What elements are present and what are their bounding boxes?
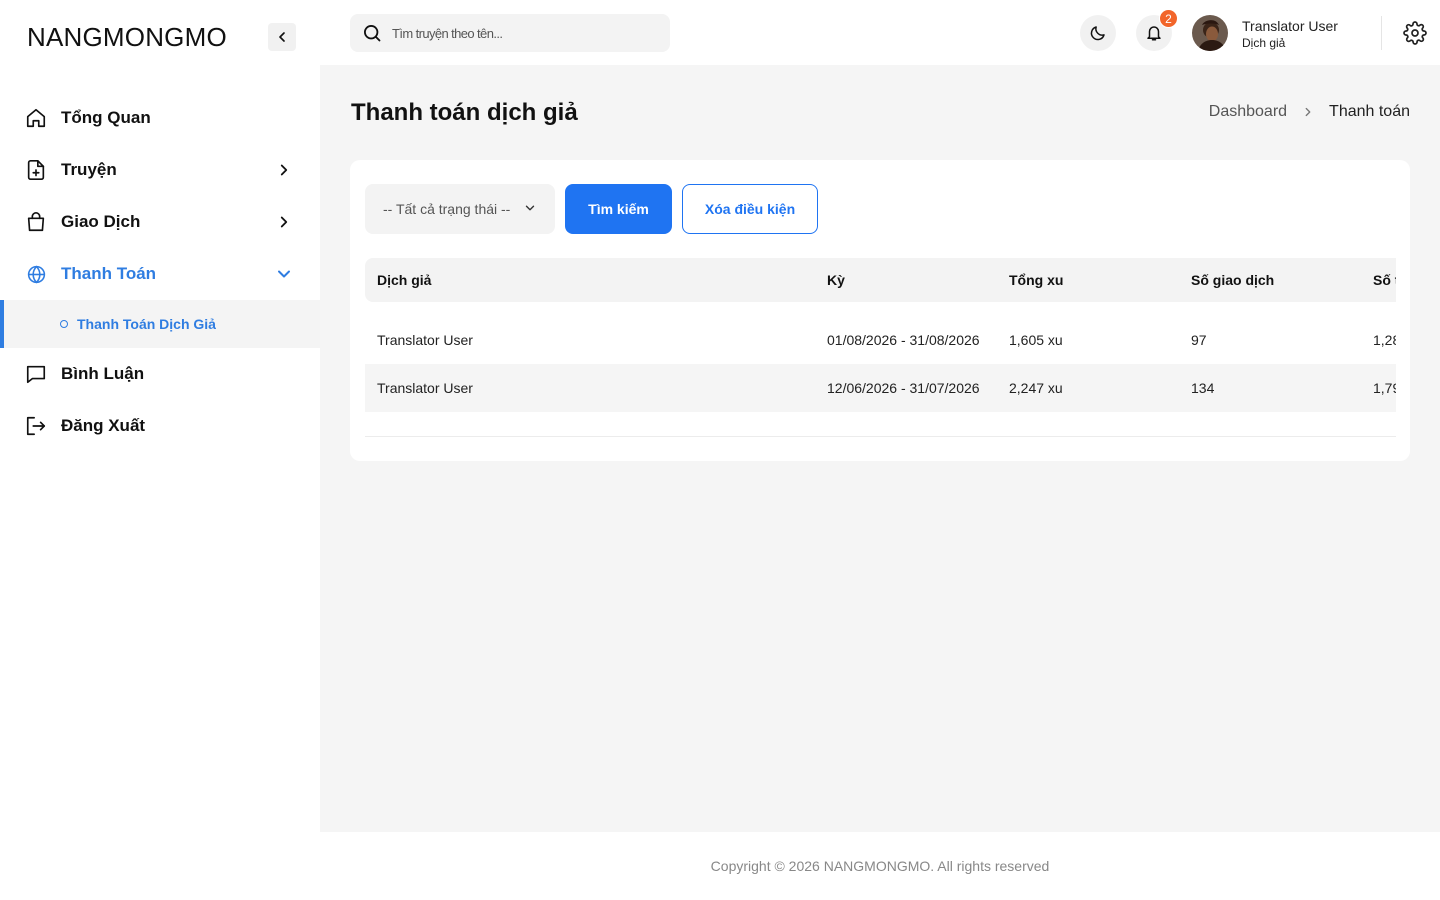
search-input[interactable] (392, 25, 652, 41)
search-box[interactable] (350, 14, 670, 52)
cell-total-coins: 2,247 xu (1009, 380, 1063, 396)
column-header-period[interactable]: Kỳ (827, 258, 845, 302)
table-header: Dịch giả Kỳ Tổng xu Số giao dịch Số t (365, 258, 1396, 302)
sidebar: NANGMONGMO Tổng Quan Truyện Giao Dịch Th… (0, 0, 320, 900)
footer: Copyright © 2026 NANGMONGMO. All rights … (320, 832, 1440, 900)
circle-icon (60, 320, 68, 328)
sidebar-item-label: Truyện (61, 160, 117, 179)
cell-transaction-count: 134 (1191, 380, 1215, 396)
chevron-down-icon (523, 201, 537, 218)
bell-icon (1147, 26, 1161, 41)
search-button[interactable]: Tìm kiếm (565, 184, 672, 234)
moon-icon (1090, 26, 1105, 41)
chevron-right-icon (274, 158, 294, 182)
table-scroll-divider (365, 436, 1396, 437)
search-icon (364, 25, 381, 42)
column-header-truncated[interactable]: Số t (1373, 258, 1396, 302)
breadcrumb-current: Thanh toán (1329, 103, 1410, 120)
shopping-bag-icon (24, 210, 48, 234)
cell-truncated: 1,28 (1373, 332, 1396, 348)
file-plus-icon (24, 158, 48, 182)
sidebar-nav: Tổng Quan Truyện Giao Dịch Thanh Toán Th… (0, 92, 320, 452)
chevron-down-icon (274, 262, 294, 286)
column-header-transaction-count[interactable]: Số giao dịch (1191, 258, 1274, 302)
sidebar-item-dang-xuat[interactable]: Đăng Xuất (0, 400, 320, 452)
chevron-right-icon (274, 210, 294, 234)
status-filter-value: -- Tất cả trạng thái -- (383, 201, 511, 217)
cell-truncated: 1,79 (1373, 380, 1396, 396)
breadcrumb-home-link[interactable]: Dashboard (1209, 103, 1287, 121)
user-role: Dịch giả (1242, 36, 1286, 50)
top-header: 2 Translator User Dịch giả (320, 0, 1440, 65)
sidebar-item-tong-quan[interactable]: Tổng Quan (0, 92, 320, 144)
payments-table[interactable]: Dịch giả Kỳ Tổng xu Số giao dịch Số t Tr… (365, 258, 1396, 438)
header-divider (1381, 16, 1382, 50)
sidebar-collapse-button[interactable] (268, 23, 296, 51)
breadcrumb: Dashboard Thanh toán (1209, 103, 1410, 121)
copyright-text: Copyright © 2026 NANGMONGMO. All rights … (710, 858, 1050, 874)
sidebar-item-giao-dich[interactable]: Giao Dịch (0, 196, 320, 248)
logout-icon (24, 414, 48, 438)
theme-toggle-button[interactable] (1080, 15, 1116, 51)
table-row[interactable]: Translator User 12/06/2026 - 31/07/2026 … (365, 364, 1396, 412)
cell-translator: Translator User (377, 332, 473, 348)
sidebar-item-label: Thanh Toán (61, 264, 157, 283)
page-title: Thanh toán dịch giả (351, 99, 578, 126)
table-row[interactable]: Translator User 01/08/2026 - 31/08/2026 … (365, 316, 1396, 364)
cell-period: 01/08/2026 - 31/08/2026 (827, 332, 980, 348)
chevron-right-icon (1301, 105, 1315, 119)
globe-icon (24, 262, 48, 286)
user-name[interactable]: Translator User (1242, 18, 1338, 34)
home-icon (24, 106, 48, 130)
status-filter-select[interactable]: -- Tất cả trạng thái -- (365, 184, 555, 234)
sidebar-item-label: Đăng Xuất (61, 416, 146, 435)
notification-badge: 2 (1159, 9, 1178, 28)
sidebar-item-binh-luan[interactable]: Bình Luận (0, 348, 320, 400)
column-header-total-coins[interactable]: Tổng xu (1009, 258, 1063, 302)
sidebar-subitem-thanh-toan-dich-gia[interactable]: Thanh Toán Dịch Giả (0, 300, 320, 348)
sidebar-subitem-label: Thanh Toán Dịch Giả (77, 316, 216, 332)
main-content: Thanh toán dịch giả Dashboard Thanh toán… (320, 65, 1440, 832)
sidebar-item-label: Tổng Quan (61, 108, 151, 127)
sidebar-item-thanh-toan[interactable]: Thanh Toán (0, 248, 320, 300)
sidebar-item-truyen[interactable]: Truyện (0, 144, 320, 196)
app-logo[interactable]: NANGMONGMO (27, 22, 227, 53)
column-header-translator[interactable]: Dịch giả (377, 258, 431, 302)
sidebar-item-label: Giao Dịch (61, 212, 141, 231)
avatar[interactable] (1192, 15, 1228, 51)
clear-filters-button[interactable]: Xóa điều kiện (682, 184, 818, 234)
payments-card: -- Tất cả trạng thái -- Tìm kiếm Xóa điề… (350, 160, 1410, 461)
cell-period: 12/06/2026 - 31/07/2026 (827, 380, 980, 396)
chevron-left-icon (279, 32, 285, 42)
cell-translator: Translator User (377, 380, 473, 396)
sidebar-item-label: Bình Luận (61, 364, 145, 383)
cell-transaction-count: 97 (1191, 332, 1207, 348)
gear-icon (1403, 21, 1427, 45)
cell-total-coins: 1,605 xu (1009, 332, 1063, 348)
message-square-icon (24, 362, 48, 386)
settings-button[interactable] (1402, 20, 1428, 46)
